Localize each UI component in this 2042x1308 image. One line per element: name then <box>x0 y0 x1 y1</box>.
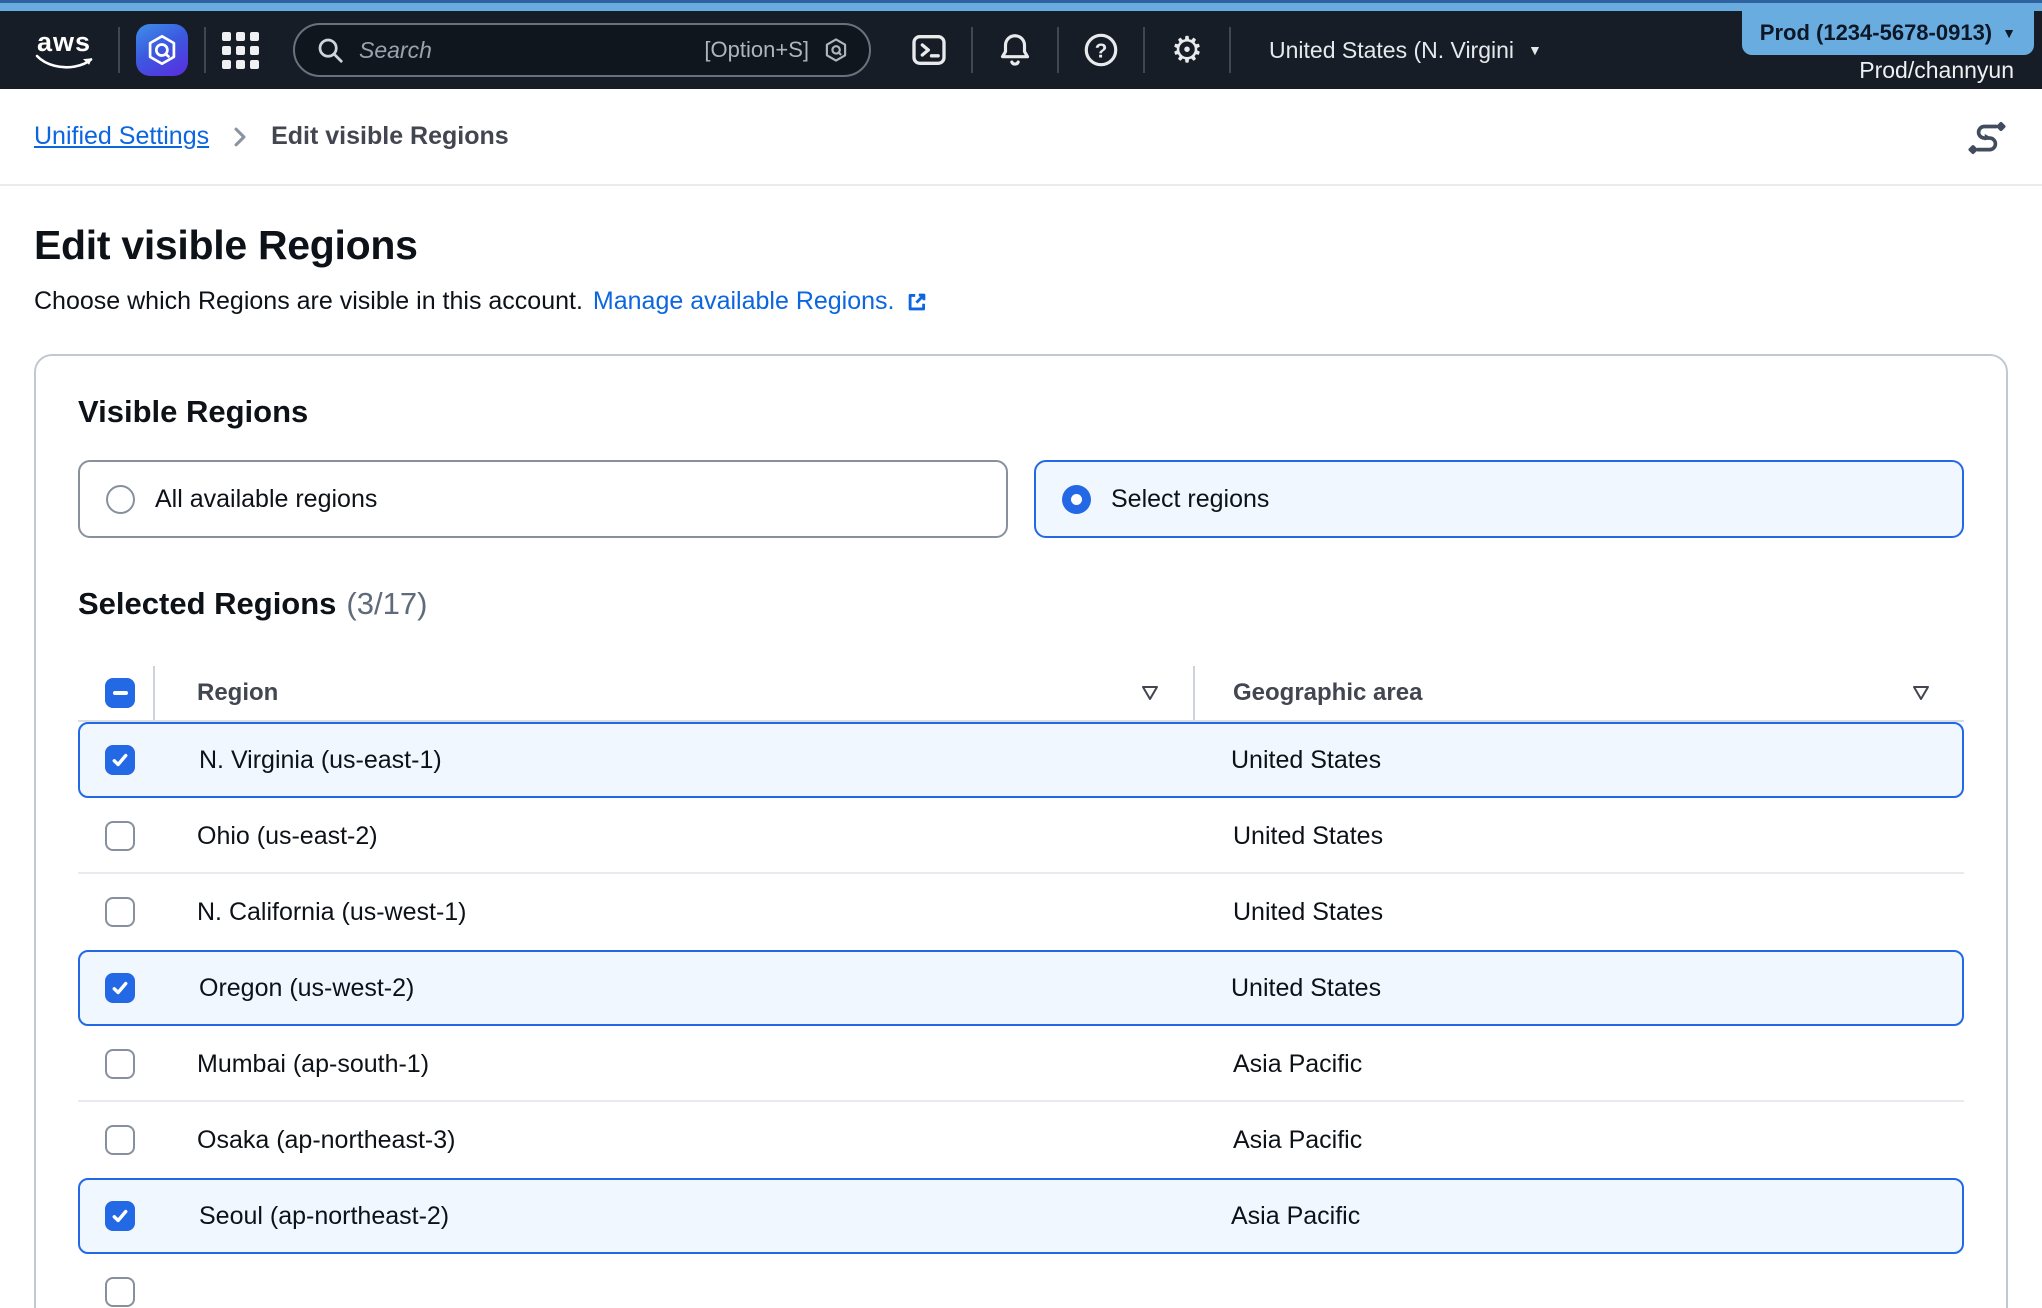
console-top-strip <box>0 0 2042 11</box>
region-cell: Oregon (us-west-2) <box>155 974 1191 1003</box>
geographic-area-cell: United States <box>1193 822 1964 851</box>
main-content: Edit visible Regions Choose which Region… <box>0 222 2042 1308</box>
option-label: Select regions <box>1111 485 1269 514</box>
aws-smile-icon <box>34 54 94 70</box>
column-header-region: Region <box>197 679 278 707</box>
visible-regions-card: Visible Regions All available regions Se… <box>34 354 2008 1308</box>
caret-down-icon: ▼ <box>2002 25 2016 41</box>
geographic-area-cell: United States <box>1191 746 1962 775</box>
notifications-button[interactable] <box>989 24 1041 76</box>
workflow-icon[interactable] <box>1966 116 2008 158</box>
table-row[interactable]: Osaka (ap-northeast-3) Asia Pacific <box>78 1102 1964 1178</box>
manage-regions-link[interactable]: Manage available Regions. <box>593 287 895 316</box>
table-row[interactable]: Ohio (us-east-2) United States <box>78 798 1964 874</box>
region-mode-options: All available regions Select regions <box>78 460 1964 538</box>
svg-text:?: ? <box>1095 39 1108 62</box>
search-bar[interactable]: [Option+S] <box>293 23 871 77</box>
row-checkbox[interactable] <box>105 973 135 1003</box>
filter-icon[interactable] <box>1912 685 1930 701</box>
services-grid-icon[interactable] <box>222 32 259 69</box>
region-cell: Ohio (us-east-2) <box>153 822 1193 851</box>
nav-divider <box>118 27 120 73</box>
region-cell: Mumbai (ap-south-1) <box>153 1050 1193 1079</box>
check-icon <box>110 750 130 770</box>
geographic-area-cell: United States <box>1193 898 1964 927</box>
regions-table-body: N. Virginia (us-east-1) United States Oh… <box>78 722 1964 1308</box>
card-heading: Visible Regions <box>78 394 1964 430</box>
region-selector[interactable]: United States (N. Virgini ▼ <box>1269 37 1542 64</box>
selected-regions-count: (3/17) <box>346 586 427 621</box>
option-label: All available regions <box>155 485 377 514</box>
amazon-q-icon[interactable] <box>136 24 188 76</box>
option-all-available-regions[interactable]: All available regions <box>78 460 1008 538</box>
radio-unselected-icon[interactable] <box>106 485 135 514</box>
settings-button[interactable]: ⚙ <box>1161 24 1213 76</box>
external-link-icon <box>905 290 929 314</box>
row-checkbox[interactable] <box>105 1201 135 1231</box>
region-cell: N. Virginia (us-east-1) <box>155 746 1191 775</box>
indeterminate-icon <box>113 691 128 695</box>
geographic-area-cell: Asia Pacific <box>1193 1050 1964 1079</box>
check-icon <box>110 1206 130 1226</box>
aws-logo-text: aws <box>37 30 91 54</box>
search-input[interactable] <box>359 37 690 64</box>
page-description: Choose which Regions are visible in this… <box>34 287 583 316</box>
nav-divider <box>1057 27 1059 73</box>
account-badge-label: Prod (1234-5678-0913) <box>1760 20 1992 46</box>
profile-name: Prod/channyun <box>1859 57 2014 84</box>
nav-divider <box>1143 27 1145 73</box>
page-title: Edit visible Regions <box>34 222 2008 269</box>
row-checkbox[interactable] <box>105 1277 135 1307</box>
table-row[interactable]: N. Virginia (us-east-1) United States <box>78 722 1964 798</box>
geographic-area-cell: Asia Pacific <box>1193 1126 1964 1155</box>
row-checkbox[interactable] <box>105 821 135 851</box>
row-checkbox[interactable] <box>105 1049 135 1079</box>
row-checkbox[interactable] <box>105 897 135 927</box>
radio-selected-icon[interactable] <box>1062 485 1091 514</box>
row-checkbox[interactable] <box>105 1125 135 1155</box>
caret-down-icon: ▼ <box>1528 42 1542 58</box>
q-shortcut-icon <box>823 37 849 63</box>
select-all-checkbox[interactable] <box>105 678 135 708</box>
gear-icon: ⚙ <box>1171 32 1203 68</box>
check-icon <box>110 978 130 998</box>
geographic-area-cell: United States <box>1191 974 1962 1003</box>
nav-divider <box>204 27 206 73</box>
aws-logo[interactable]: aws <box>26 30 102 70</box>
breadcrumb-link-unified-settings[interactable]: Unified Settings <box>34 122 209 151</box>
row-checkbox[interactable] <box>105 745 135 775</box>
geographic-area-cell: Asia Pacific <box>1191 1202 1962 1231</box>
nav-divider <box>1229 27 1231 73</box>
filter-icon[interactable] <box>1141 685 1159 701</box>
nav-divider <box>971 27 973 73</box>
region-cell: Osaka (ap-northeast-3) <box>153 1126 1193 1155</box>
selected-regions-heading: Selected Regions(3/17) <box>78 586 1964 622</box>
table-row[interactable]: Oregon (us-west-2) United States <box>78 950 1964 1026</box>
option-select-regions[interactable]: Select regions <box>1034 460 1964 538</box>
cloudshell-button[interactable] <box>903 24 955 76</box>
table-row[interactable]: N. California (us-west-1) United States <box>78 874 1964 950</box>
help-button[interactable]: ? <box>1075 24 1127 76</box>
table-row[interactable]: Mumbai (ap-south-1) Asia Pacific <box>78 1026 1964 1102</box>
column-header-geographic-area: Geographic area <box>1233 679 1422 707</box>
search-shortcut-hint: [Option+S] <box>704 37 809 63</box>
breadcrumb-chevron-icon <box>229 124 251 150</box>
cloudshell-terminal-icon <box>909 30 949 70</box>
region-cell: Seoul (ap-northeast-2) <box>155 1202 1191 1231</box>
bell-icon <box>996 31 1034 69</box>
breadcrumb: Unified Settings Edit visible Regions <box>0 89 2042 186</box>
q-hexagon-icon <box>145 33 179 67</box>
table-row[interactable] <box>78 1254 1964 1308</box>
account-badge[interactable]: Prod (1234-5678-0913) ▼ <box>1742 11 2034 55</box>
region-cell: N. California (us-west-1) <box>153 898 1193 927</box>
table-header: Region Geographic area <box>78 666 1964 722</box>
help-icon: ? <box>1082 31 1120 69</box>
search-icon <box>315 35 345 65</box>
table-row[interactable]: Seoul (ap-northeast-2) Asia Pacific <box>78 1178 1964 1254</box>
region-selector-label: United States (N. Virgini <box>1269 37 1514 64</box>
breadcrumb-current: Edit visible Regions <box>271 122 509 151</box>
top-navigation: aws [Option+S] <box>0 11 2042 89</box>
